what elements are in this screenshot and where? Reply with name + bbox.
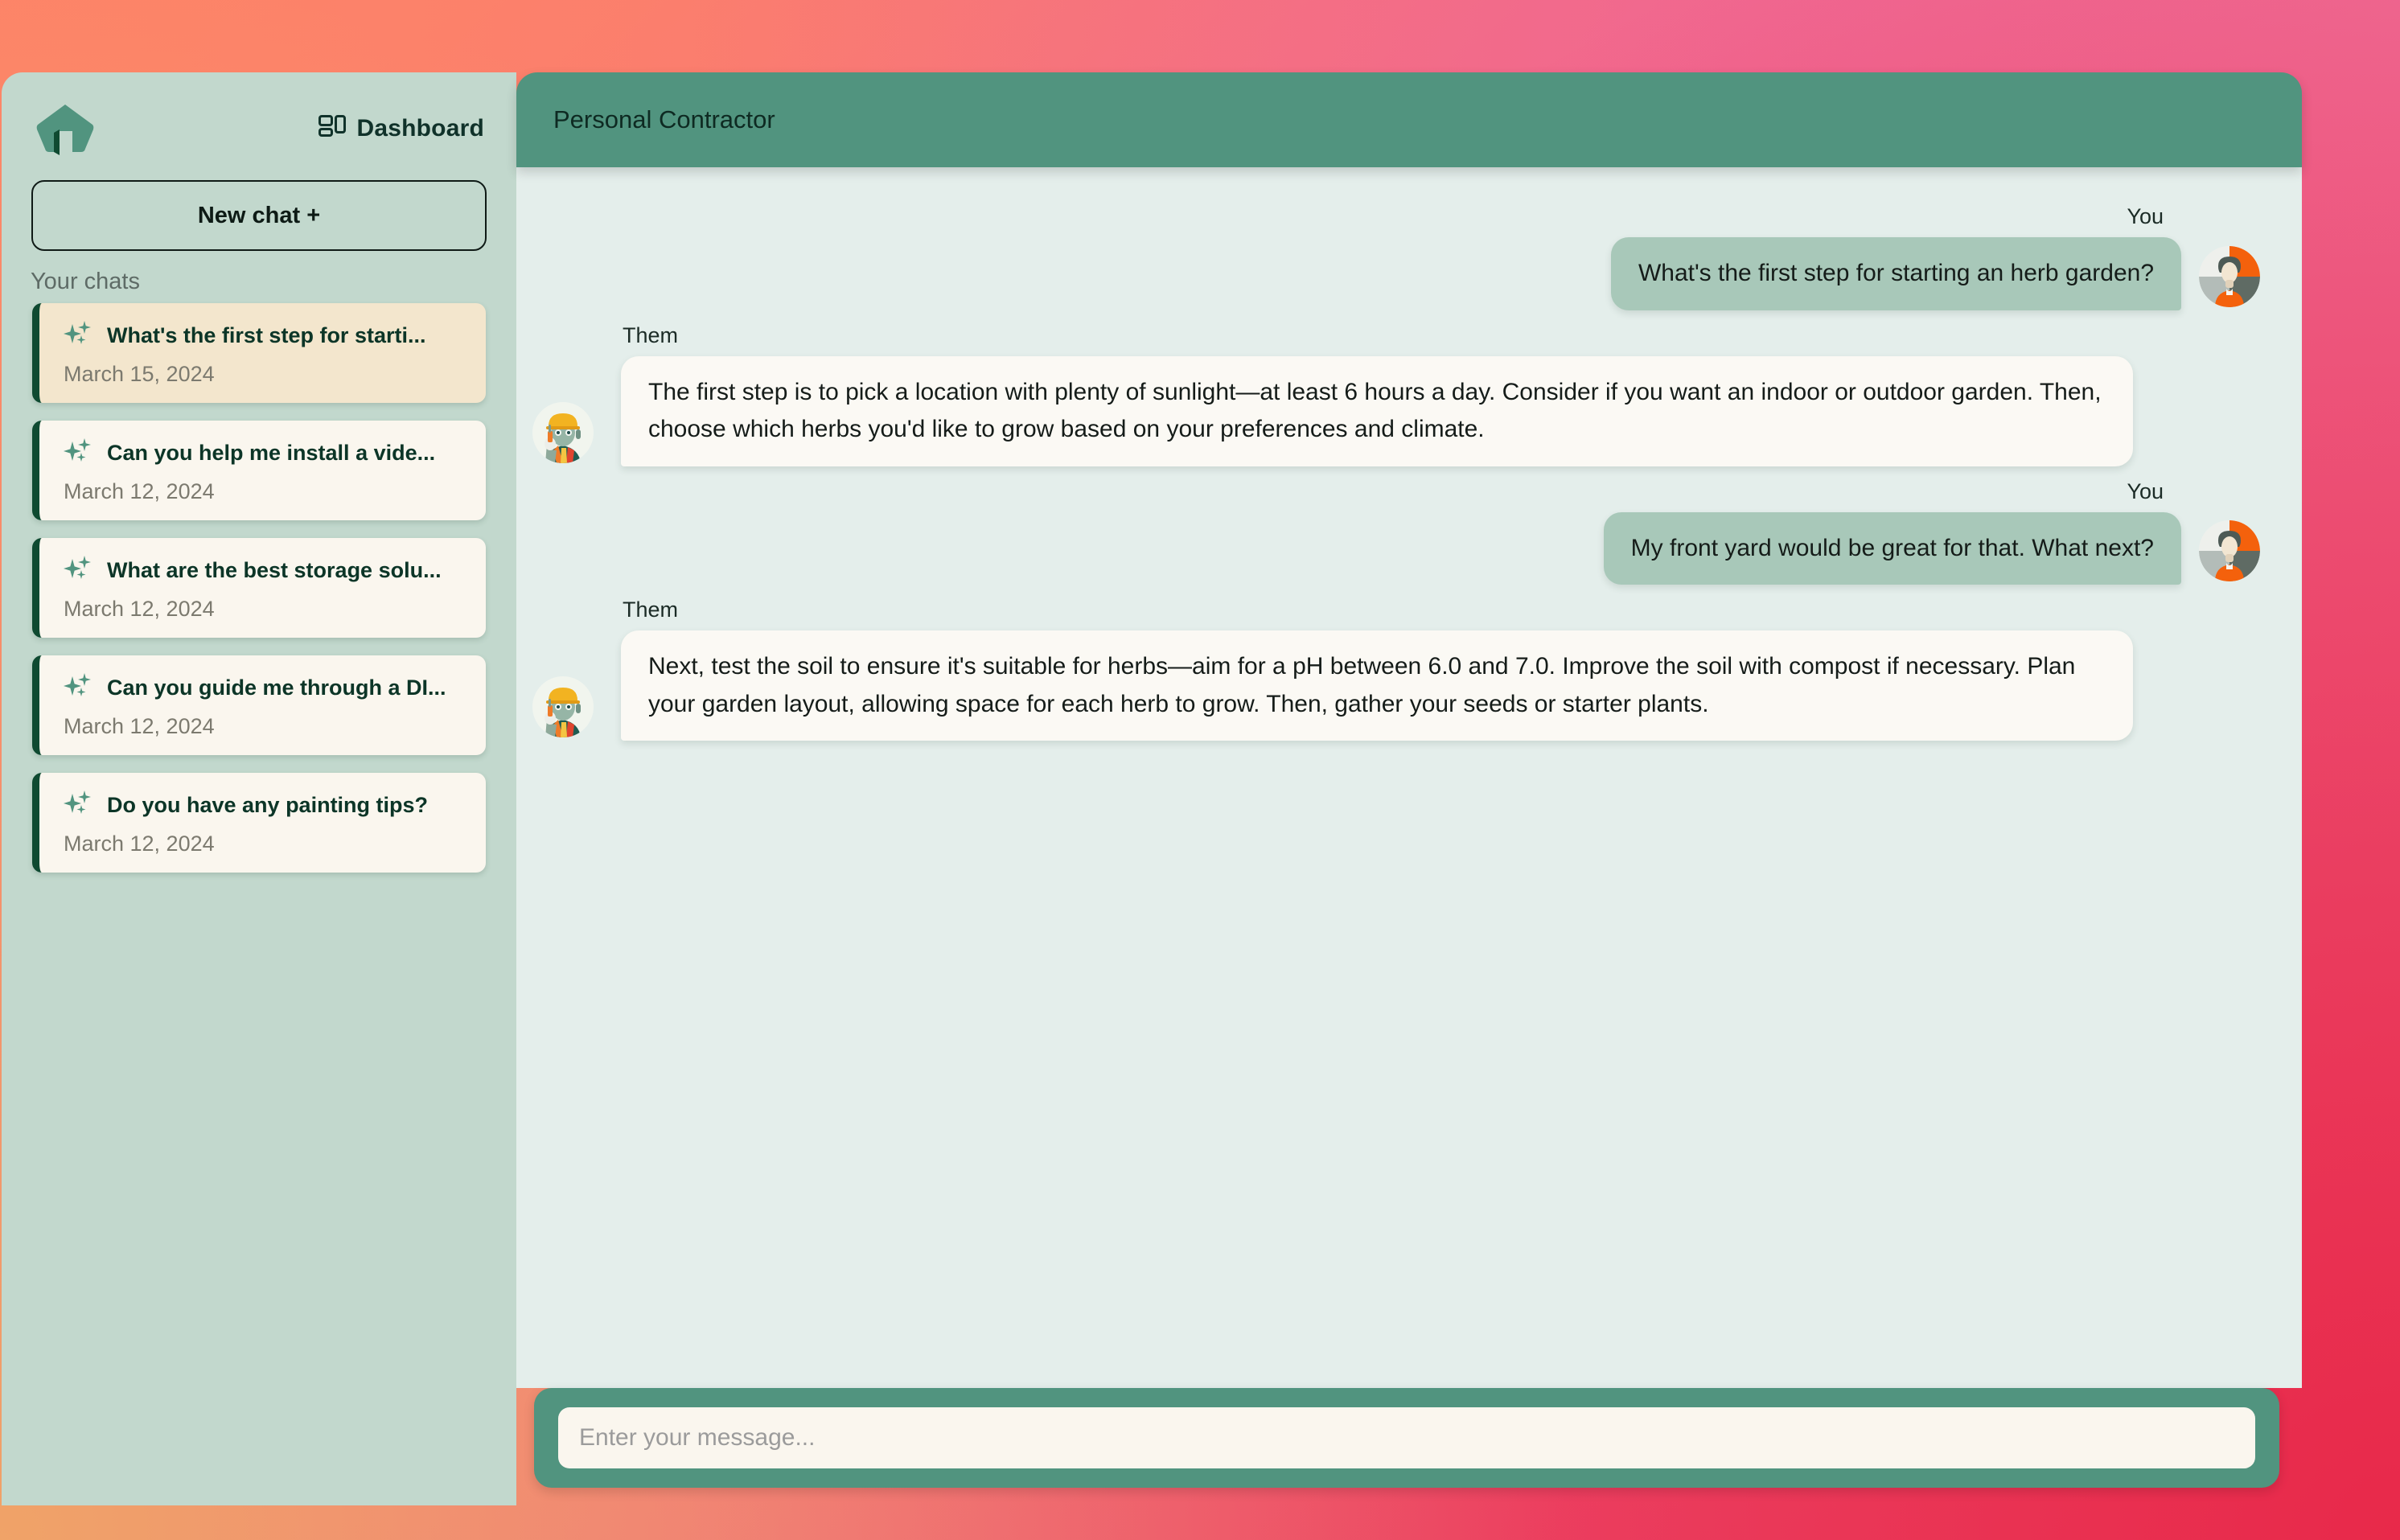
dashboard-layout-icon — [318, 114, 346, 143]
message-composer — [534, 1388, 2279, 1488]
chat-list-item[interactable]: What are the best storage solu... March … — [32, 538, 486, 638]
chat-title: Personal Contractor — [553, 105, 775, 133]
chat-item-date: March 12, 2024 — [64, 479, 215, 503]
sparkle-icon — [64, 673, 92, 703]
sparkle-icon — [64, 438, 92, 468]
message-bubble: The first step is to pick a location wit… — [621, 355, 2133, 466]
chat-list-item[interactable]: What's the first step for starti... Marc… — [32, 303, 486, 403]
message-bubble: What's the first step for starting an he… — [1610, 237, 2181, 310]
message-sender-label: You — [2127, 478, 2164, 503]
sparkle-icon — [64, 791, 92, 820]
message-sender-label: You — [2127, 204, 2164, 228]
new-chat-button[interactable]: New chat + — [31, 180, 487, 251]
chat-list-item[interactable]: Can you help me install a vide... March … — [32, 421, 486, 520]
chat-item-title: What's the first step for starti... — [107, 323, 426, 347]
your-chats-heading: Your chats — [31, 269, 140, 294]
chat-panel: Personal Contractor You What's the first… — [516, 72, 2302, 1505]
chat-item-date: March 12, 2024 — [64, 714, 215, 738]
chat-item-date: March 12, 2024 — [64, 832, 215, 856]
dashboard-link[interactable]: Dashboard — [318, 114, 485, 143]
message-list: You What's the first step for starting a… — [516, 167, 2302, 1388]
contractor-avatar — [532, 401, 594, 463]
chat-item-date: March 12, 2024 — [64, 597, 215, 621]
message-input[interactable] — [558, 1407, 2255, 1468]
chat-list: What's the first step for starti... Marc… — [2, 303, 516, 873]
app-window: Dashboard New chat + Your chats What's t… — [2, 72, 2302, 1505]
message-bubble: My front yard would be great for that. W… — [1603, 511, 2181, 585]
chat-item-title: Can you guide me through a DI... — [107, 676, 446, 700]
dashboard-label: Dashboard — [356, 115, 484, 142]
sidebar: Dashboard New chat + Your chats What's t… — [2, 72, 516, 1505]
message-bubble: Next, test the soil to ensure it's suita… — [621, 630, 2133, 741]
chat-list-item[interactable]: Can you guide me through a DI... March 1… — [32, 655, 486, 755]
home-icon[interactable] — [35, 102, 95, 155]
chat-list-item[interactable]: Do you have any painting tips? March 12,… — [32, 773, 486, 873]
chat-item-title: Can you help me install a vide... — [107, 441, 436, 465]
sparkle-icon — [64, 321, 92, 351]
message-sender-label: Them — [623, 598, 679, 622]
sparkle-icon — [64, 556, 92, 585]
chat-item-title: What are the best storage solu... — [107, 558, 442, 582]
message-them: Them — [532, 323, 2260, 466]
chat-item-date: March 15, 2024 — [64, 362, 215, 386]
message-you: You My front yard would be great for tha… — [532, 479, 2260, 585]
user-avatar — [2199, 245, 2260, 307]
chat-item-title: Do you have any painting tips? — [107, 793, 429, 817]
message-you: You What's the first step for starting a… — [532, 204, 2260, 310]
user-avatar — [2199, 520, 2260, 581]
contractor-avatar — [532, 676, 594, 737]
message-sender-label: Them — [623, 322, 679, 347]
chat-header: Personal Contractor — [516, 72, 2302, 167]
message-them: Them — [532, 598, 2260, 741]
home-icon-svg — [36, 105, 94, 155]
sidebar-header: Dashboard — [2, 72, 516, 162]
